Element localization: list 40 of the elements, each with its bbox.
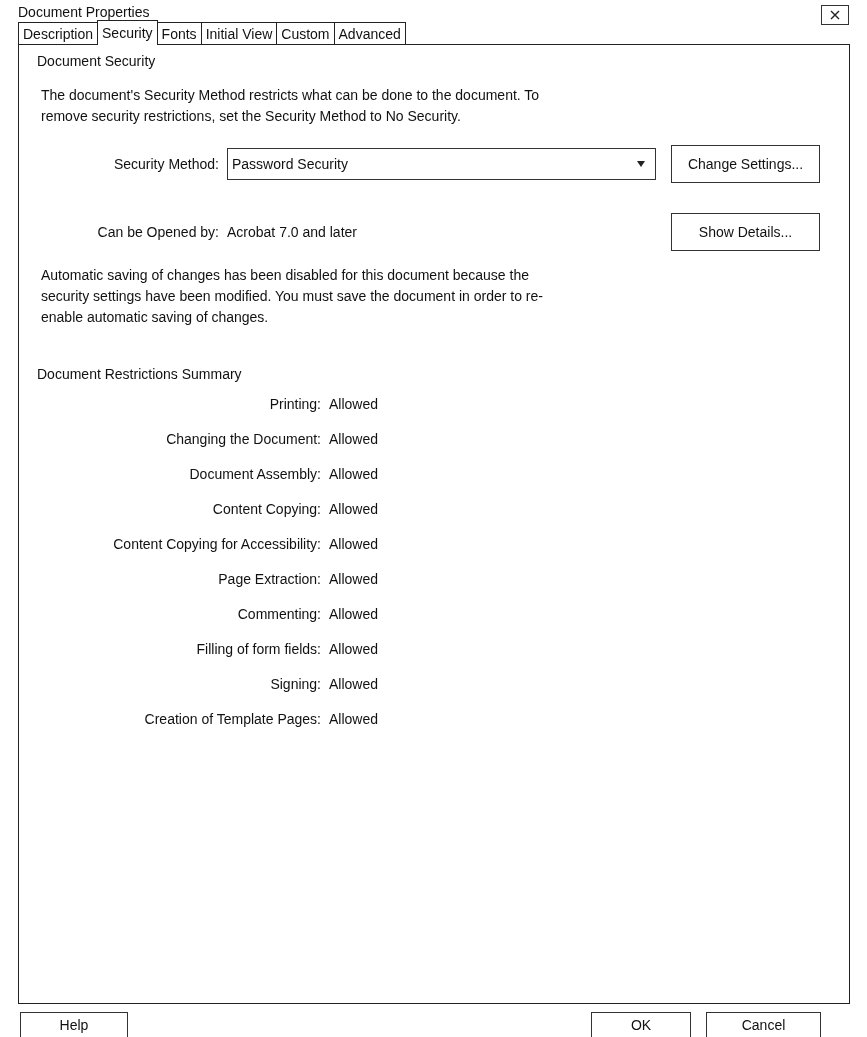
restriction-value: Allowed — [329, 606, 379, 622]
window-title: Document Properties — [18, 4, 150, 20]
restriction-value: Allowed — [329, 536, 379, 552]
dropdown-arrow-icon — [637, 161, 645, 167]
restriction-value: Allowed — [329, 431, 379, 447]
field-value: Acrobat 7.0 and later — [227, 224, 357, 240]
show-details-button[interactable]: Show Details... — [671, 213, 820, 251]
help-button[interactable]: Help — [20, 1012, 128, 1037]
restriction-label: Content Copying: — [211, 501, 322, 517]
restriction-label: Document Assembly: — [188, 466, 322, 482]
change-settings-button[interactable]: Change Settings... — [671, 145, 820, 183]
restriction-label: Filling of form fields: — [195, 641, 322, 657]
restriction-label: Signing: — [269, 676, 322, 692]
restriction-value: Allowed — [329, 676, 379, 692]
tab[interactable]: Advanced — [333, 22, 406, 44]
cancel-button[interactable]: Cancel — [706, 1012, 821, 1037]
restriction-value: Allowed — [329, 641, 379, 657]
restriction-value: Allowed — [329, 571, 379, 587]
restriction-label: Creation of Template Pages: — [143, 711, 322, 727]
restriction-label: Printing: — [268, 396, 322, 412]
section-heading: Document Restrictions Summary — [37, 366, 243, 382]
tab[interactable]: Security — [97, 20, 158, 45]
restriction-label: Commenting: — [236, 606, 322, 622]
close-button[interactable] — [821, 5, 849, 25]
restriction-label: Page Extraction: — [217, 571, 322, 587]
tab[interactable]: Description — [18, 22, 99, 44]
note-text: Automatic saving of changes has been disabled for this document because the security settings have been modified. You must save the document in order to re-enable automatic saving of changes. — [41, 266, 544, 327]
security-method-dropdown[interactable]: Password Security — [227, 148, 656, 180]
restriction-value: Allowed — [329, 466, 379, 482]
ok-button[interactable]: OK — [591, 1012, 691, 1037]
section-heading: Document Security — [37, 53, 157, 69]
field-label: Security Method: — [112, 156, 220, 172]
field-label: Can be Opened by: — [96, 224, 220, 240]
restriction-value: Allowed — [329, 396, 379, 412]
restriction-value: Allowed — [329, 711, 379, 727]
close-icon — [829, 9, 841, 21]
restriction-value: Allowed — [329, 501, 379, 517]
restriction-label: Content Copying for Accessibility: — [112, 536, 322, 552]
description-text: The document's Security Method restricts what can be done to the document. To remove security restrictions, set the Security Method to No Security. — [41, 86, 541, 126]
restriction-label: Changing the Document: — [165, 431, 322, 447]
